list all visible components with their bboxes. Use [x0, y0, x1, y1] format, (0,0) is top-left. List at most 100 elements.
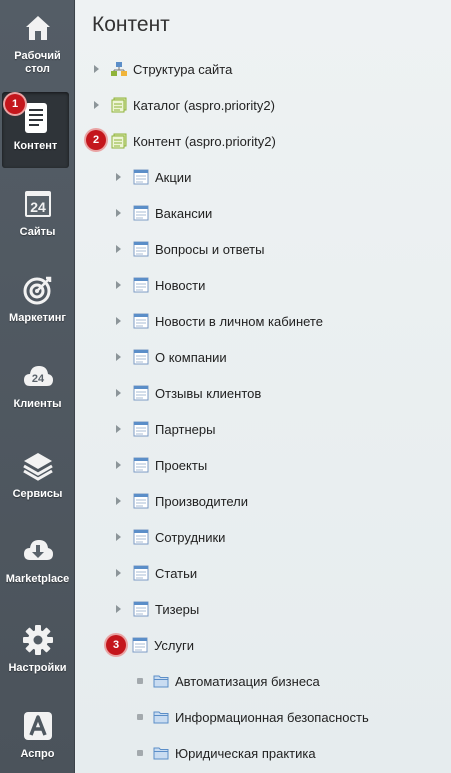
- infoblock-icon: [133, 385, 149, 401]
- tree-item-label: Партнеры: [155, 421, 216, 437]
- sidebar-item-label: Контент: [13, 140, 58, 152]
- infoblock-type-icon: [111, 133, 127, 149]
- tree-item-label: Проекты: [155, 457, 208, 473]
- expand-arrow-icon[interactable]: [116, 281, 121, 289]
- expand-arrow-icon[interactable]: [116, 569, 121, 577]
- sidebar-item-marketplace[interactable]: Marketplace: [0, 535, 75, 586]
- infoblock-icon: [133, 529, 149, 545]
- folder-icon: [153, 747, 169, 760]
- infoblock-icon: [133, 241, 149, 257]
- tree-item-label: Отзывы клиентов: [155, 385, 262, 401]
- tree-item-services[interactable]: Услуги: [132, 635, 194, 655]
- sidebar-item-label: Клиенты: [13, 398, 62, 410]
- sidebar-item-label: Рабочий стол: [14, 50, 61, 75]
- expand-arrow-icon[interactable]: [116, 317, 121, 325]
- infoblock-icon: [133, 565, 149, 581]
- tree-item-infoblock[interactable]: Новости: [116, 275, 205, 295]
- tree-item-infoblock[interactable]: Партнеры: [116, 419, 215, 439]
- tree-item-infoblock[interactable]: Производители: [116, 491, 248, 511]
- sidebar-item-label: Настройки: [8, 662, 67, 674]
- sidebar-item-sites[interactable]: 24 Сайты: [0, 188, 75, 239]
- bullet-icon: [137, 750, 143, 756]
- sidebar-item-clients[interactable]: 24 Клиенты: [0, 360, 75, 411]
- infoblock-icon: [133, 457, 149, 473]
- cloud-download-icon: [23, 540, 53, 560]
- infoblock-icon: [133, 169, 149, 185]
- tree-item-infoblock[interactable]: Отзывы клиентов: [116, 383, 261, 403]
- expand-arrow-icon[interactable]: [94, 65, 99, 73]
- tree-item-label: Юридическая практика: [175, 745, 316, 761]
- sidebar-item-label: Сайты: [19, 226, 56, 238]
- infoblock-type-icon: [111, 97, 127, 113]
- sidebar-item-desktop[interactable]: Рабочий стол: [0, 12, 75, 76]
- infoblock-icon: [133, 421, 149, 437]
- calendar-24-icon: 24: [24, 191, 51, 217]
- expand-arrow-icon[interactable]: [116, 605, 121, 613]
- tree-item-content[interactable]: Контент (aspro.priority2): [111, 131, 276, 151]
- tree-item-site-structure[interactable]: Структура сайта: [94, 59, 232, 79]
- content-panel: Контент Структура сайта Каталог (aspro.p…: [76, 0, 451, 773]
- tree-item-infoblock[interactable]: Тизеры: [116, 599, 199, 619]
- expand-arrow-icon[interactable]: [116, 461, 121, 469]
- infoblock-icon: [133, 313, 149, 329]
- tree-item-infoblock[interactable]: Проекты: [116, 455, 207, 475]
- expand-arrow-icon[interactable]: [116, 497, 121, 505]
- expand-arrow-icon[interactable]: [116, 209, 121, 217]
- sidebar-item-aspro[interactable]: Аспро: [0, 710, 75, 761]
- infoblock-icon: [133, 277, 149, 293]
- tree-item-label: Вопросы и ответы: [155, 241, 265, 257]
- tree-item-label: Новости: [155, 277, 206, 293]
- expand-arrow-icon[interactable]: [116, 389, 121, 397]
- tree-item-section[interactable]: Автоматизация бизнеса: [137, 671, 320, 691]
- tree-item-label: О компании: [155, 349, 227, 365]
- bullet-icon: [137, 678, 143, 684]
- bullet-icon: [137, 714, 143, 720]
- infoblock-icon: [133, 349, 149, 365]
- folder-icon: [153, 675, 169, 688]
- infoblock-icon: [133, 493, 149, 509]
- tree-item-catalog[interactable]: Каталог (aspro.priority2): [94, 95, 275, 115]
- folder-icon: [153, 711, 169, 724]
- sidebar-item-services[interactable]: Сервисы: [0, 450, 75, 501]
- expand-arrow-icon[interactable]: [116, 425, 121, 433]
- expand-arrow-icon[interactable]: [94, 101, 99, 109]
- tree-item-infoblock[interactable]: Новости в личном кабинете: [116, 311, 323, 331]
- page-title: Контент: [92, 13, 170, 36]
- svg-text:24: 24: [30, 199, 46, 215]
- gear-icon: [22, 625, 53, 655]
- target-icon: [23, 276, 51, 305]
- letter-a-icon: [23, 712, 52, 740]
- infoblock-icon: [133, 205, 149, 221]
- tree-item-infoblock[interactable]: Статьи: [116, 563, 197, 583]
- tree-item-section[interactable]: Информационная безопасность: [137, 707, 369, 727]
- tree-item-label: Структура сайта: [133, 61, 233, 77]
- tree-item-infoblock[interactable]: Сотрудники: [116, 527, 225, 547]
- tree-item-label: Сотрудники: [155, 529, 226, 545]
- expand-arrow-icon[interactable]: [116, 353, 121, 361]
- sidebar-item-label: Сервисы: [12, 488, 63, 500]
- tree-item-label: Новости в личном кабинете: [155, 313, 323, 329]
- sidebar: Рабочий стол Контент 24 Сайты Маркетинг: [0, 0, 75, 773]
- tree-item-label: Информационная безопасность: [175, 709, 369, 725]
- expand-arrow-icon[interactable]: [116, 533, 121, 541]
- expand-arrow-icon[interactable]: [116, 173, 121, 181]
- tree-item-label: Акции: [155, 169, 192, 185]
- expand-arrow-icon[interactable]: [116, 245, 121, 253]
- svg-text:24: 24: [31, 373, 44, 385]
- tree-item-infoblock[interactable]: Вопросы и ответы: [116, 239, 264, 259]
- step-badge-3: 3: [106, 635, 126, 655]
- tree-item-infoblock[interactable]: Вакансии: [116, 203, 212, 223]
- tree-item-infoblock[interactable]: О компании: [116, 347, 227, 367]
- layers-icon: [22, 453, 53, 481]
- tree-item-label: Контент (aspro.priority2): [133, 133, 276, 149]
- tree-item-section[interactable]: Юридическая практика: [137, 743, 316, 763]
- tree-item-infoblock[interactable]: Акции: [116, 167, 191, 187]
- sidebar-item-marketing[interactable]: Маркетинг: [0, 274, 75, 325]
- step-badge-2: 2: [86, 130, 106, 150]
- infoblock-icon: [133, 601, 149, 617]
- step-badge-1: 1: [5, 94, 25, 114]
- sidebar-item-label: Marketplace: [5, 573, 70, 585]
- tree-item-label: Статьи: [155, 565, 198, 581]
- sidebar-item-settings[interactable]: Настройки: [0, 624, 75, 675]
- sidebar-item-label: Маркетинг: [9, 312, 66, 324]
